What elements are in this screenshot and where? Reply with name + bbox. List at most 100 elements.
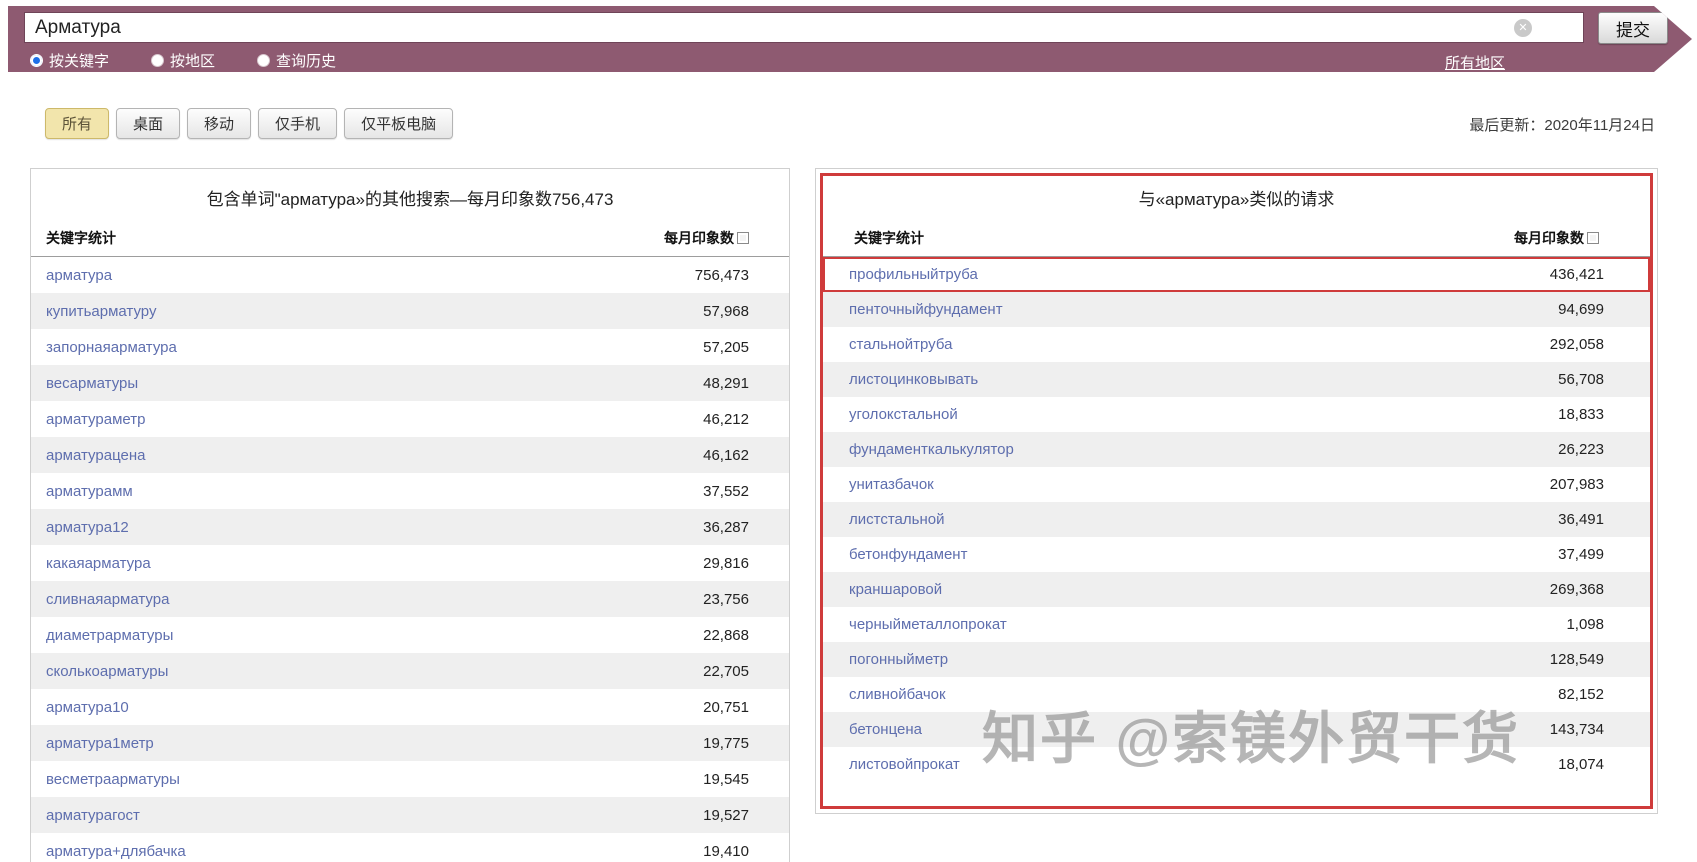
impressions-value: 36,287 — [703, 519, 749, 536]
radio-selected-icon[interactable] — [30, 54, 43, 67]
keyword-link[interactable]: листовойпрокат — [849, 756, 960, 773]
table-row[interactable]: арматура1метр 19,775 — [31, 725, 789, 761]
impressions-value: 128,549 — [1550, 651, 1604, 668]
table-row[interactable]: сливнойбачок 82,152 — [823, 677, 1650, 712]
tab-mobile[interactable]: 移动 — [187, 108, 251, 139]
keyword-link[interactable]: арматурацена — [46, 447, 145, 464]
table-row[interactable]: арматура 756,473 — [31, 257, 789, 293]
table-row[interactable]: запорнаяарматура 57,205 — [31, 329, 789, 365]
keyword-link[interactable]: бетонфундамент — [849, 546, 967, 563]
keyword-link[interactable]: арматура+длябачка — [46, 843, 186, 860]
impressions-value: 26,223 — [1558, 441, 1604, 458]
table-row[interactable]: весметраарматуры 19,545 — [31, 761, 789, 797]
left-table-body: арматура 756,473 купитьарматуру 57,968 з… — [31, 257, 789, 862]
keyword-link[interactable]: арматурамм — [46, 483, 133, 500]
keyword-link[interactable]: весметраарматуры — [46, 771, 180, 788]
keyword-link[interactable]: листоцинковывать — [849, 371, 978, 388]
table-row[interactable]: уголокстальной 18,833 — [823, 397, 1650, 432]
table-row[interactable]: пенточныйфундамент 94,699 — [823, 292, 1650, 327]
table-row[interactable]: листстальной 36,491 — [823, 502, 1650, 537]
tab-desktop[interactable]: 桌面 — [116, 108, 180, 139]
keyword-link[interactable]: листстальной — [849, 511, 944, 528]
tab-phone-only[interactable]: 仅手机 — [258, 108, 337, 139]
table-row[interactable]: листоцинковывать 56,708 — [823, 362, 1650, 397]
impressions-value: 82,152 — [1558, 686, 1604, 703]
keyword-link[interactable]: краншаровой — [849, 581, 942, 598]
table-row[interactable]: листовойпрокат 18,074 — [823, 747, 1650, 782]
tab-all[interactable]: 所有 — [45, 108, 109, 139]
table-row[interactable]: арматура+длябачка 19,410 — [31, 833, 789, 862]
clear-icon[interactable]: ✕ — [1514, 19, 1532, 37]
radio-query-history[interactable]: 查询历史 — [257, 50, 336, 71]
keyword-link[interactable]: диаметрарматуры — [46, 627, 173, 644]
radio-icon[interactable] — [257, 54, 270, 67]
table-row[interactable]: арматура10 20,751 — [31, 689, 789, 725]
table-row[interactable]: купитьарматуру 57,968 — [31, 293, 789, 329]
table-row[interactable]: арматурагост 19,527 — [31, 797, 789, 833]
keyword-link[interactable]: весарматуры — [46, 375, 138, 392]
impressions-value: 19,775 — [703, 735, 749, 752]
table-row[interactable]: сколькоарматуры 22,705 — [31, 653, 789, 689]
keyword-link[interactable]: арматура — [46, 267, 112, 284]
impressions-info-icon[interactable] — [737, 232, 749, 244]
tab-tablet-only[interactable]: 仅平板电脑 — [344, 108, 453, 139]
all-regions-link[interactable]: 所有地区 — [1445, 52, 1505, 73]
keyword-link[interactable]: купитьарматуру — [46, 303, 156, 320]
table-row[interactable]: черныйметаллопрокат 1,098 — [823, 607, 1650, 642]
radio-icon[interactable] — [151, 54, 164, 67]
impressions-value: 56,708 — [1558, 371, 1604, 388]
table-row[interactable]: арматурацена 46,162 — [31, 437, 789, 473]
keyword-link[interactable]: фундаменткалькулятор — [849, 441, 1014, 458]
impressions-value: 36,491 — [1558, 511, 1604, 528]
right-table-header: 关键字统计 每月印象数 — [822, 216, 1651, 257]
impressions-value: 143,734 — [1550, 721, 1604, 738]
table-row[interactable]: арматура12 36,287 — [31, 509, 789, 545]
keyword-link[interactable]: пенточныйфундамент — [849, 301, 1003, 318]
table-row[interactable]: сливнаяарматура 23,756 — [31, 581, 789, 617]
keyword-link[interactable]: погонныйметр — [849, 651, 948, 668]
keyword-link[interactable]: какаяарматура — [46, 555, 151, 572]
table-row[interactable]: погонныйметр 128,549 — [823, 642, 1650, 677]
impressions-value: 20,751 — [703, 699, 749, 716]
keyword-link[interactable]: арматураметр — [46, 411, 145, 428]
keyword-link[interactable]: арматурагост — [46, 807, 140, 824]
keyword-link[interactable]: сколькоарматуры — [46, 663, 168, 680]
keyword-link[interactable]: сливнойбачок — [849, 686, 946, 703]
table-row[interactable]: арматурамм 37,552 — [31, 473, 789, 509]
column-header-keyword: 关键字统计 — [46, 228, 116, 248]
keyword-link[interactable]: арматура12 — [46, 519, 129, 536]
keyword-link[interactable]: черныйметаллопрокат — [849, 616, 1007, 633]
impressions-info-icon[interactable] — [1587, 232, 1599, 244]
search-banner: ✕ 提交 按关键字 按地区 查询历史 所有地区 — [8, 6, 1692, 72]
keyword-link[interactable]: арматура1метр — [46, 735, 154, 752]
table-row[interactable]: фундаменткалькулятор 26,223 — [823, 432, 1650, 467]
submit-button[interactable]: 提交 — [1598, 12, 1668, 44]
table-row[interactable]: бетонфундамент 37,499 — [823, 537, 1650, 572]
table-row[interactable]: стальнойтруба 292,058 — [823, 327, 1650, 362]
table-row[interactable]: весарматуры 48,291 — [31, 365, 789, 401]
keyword-link[interactable]: стальнойтруба — [849, 336, 952, 353]
table-row[interactable]: диаметрарматуры 22,868 — [31, 617, 789, 653]
keyword-link[interactable]: арматура10 — [46, 699, 129, 716]
keyword-link[interactable]: профильныйтруба — [849, 266, 978, 283]
table-row[interactable]: профильныйтруба 436,421 — [823, 257, 1650, 292]
impressions-value: 19,545 — [703, 771, 749, 788]
table-row[interactable]: какаяарматура 29,816 — [31, 545, 789, 581]
search-input[interactable] — [24, 12, 1584, 43]
keyword-link[interactable]: сливнаяарматура — [46, 591, 169, 608]
impressions-value: 18,833 — [1558, 406, 1604, 423]
keyword-link[interactable]: унитазбачок — [849, 476, 934, 493]
column-header-impressions: 每月印象数 — [664, 228, 734, 248]
keyword-link[interactable]: бетонцена — [849, 721, 922, 738]
keyword-link[interactable]: запорнаяарматура — [46, 339, 177, 356]
table-row[interactable]: унитазбачок 207,983 — [823, 467, 1650, 502]
table-row[interactable]: краншаровой 269,368 — [823, 572, 1650, 607]
impressions-value: 756,473 — [695, 267, 749, 284]
impressions-value: 22,868 — [703, 627, 749, 644]
impressions-value: 37,552 — [703, 483, 749, 500]
radio-by-keyword[interactable]: 按关键字 — [30, 50, 109, 71]
table-row[interactable]: бетонцена 143,734 — [823, 712, 1650, 747]
keyword-link[interactable]: уголокстальной — [849, 406, 958, 423]
radio-by-region[interactable]: 按地区 — [151, 50, 215, 71]
table-row[interactable]: арматураметр 46,212 — [31, 401, 789, 437]
